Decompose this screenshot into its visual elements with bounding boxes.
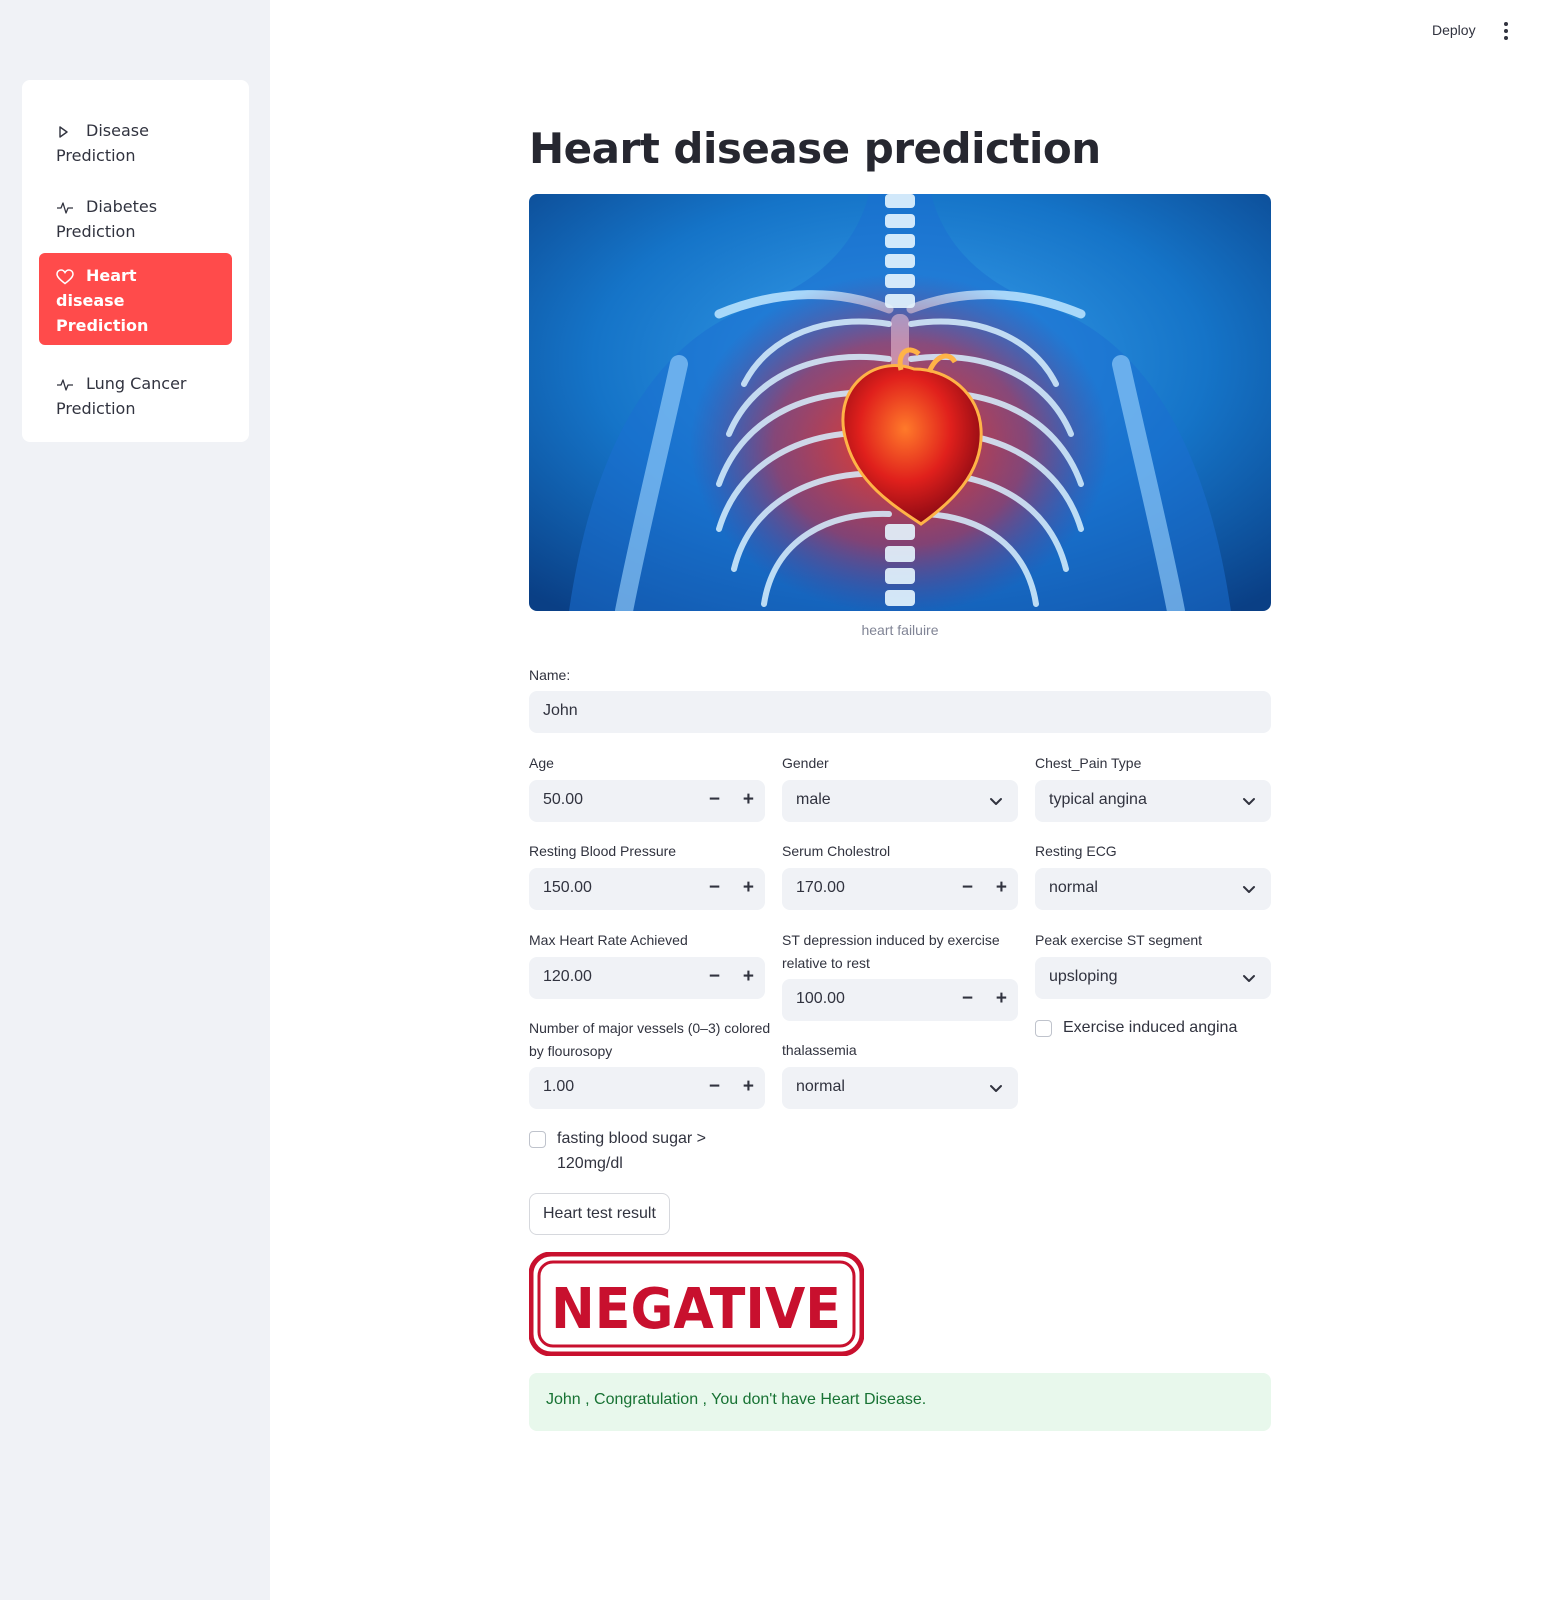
plus-icon[interactable]: + (743, 1076, 754, 1098)
thalassemia-select[interactable]: normal (782, 1067, 1018, 1109)
chevron-down-icon (990, 1085, 1002, 1092)
max-hr-stepper[interactable]: 120.00 − + (529, 957, 765, 999)
heart-icon (56, 268, 78, 285)
resting-bp-value: 150.00 (543, 879, 592, 896)
st-depression-label-line2: relative to rest (782, 955, 870, 971)
sidebar-item-label: disease (56, 291, 125, 310)
name-label: Name: (529, 667, 571, 683)
sidebar-item-label: Prediction (56, 222, 136, 241)
gender-label: Gender (782, 755, 829, 771)
fasting-sugar-label-line2: 120mg/dl (557, 1155, 623, 1172)
exercise-angina-label: Exercise induced angina (1063, 1019, 1238, 1036)
plus-icon[interactable]: + (743, 789, 754, 811)
thalassemia-value: normal (796, 1078, 845, 1095)
minus-icon[interactable]: − (962, 877, 973, 899)
plus-icon[interactable]: + (743, 966, 754, 988)
sidebar-item-label: Prediction (56, 316, 149, 335)
sidebar-item-disease-prediction[interactable]: Disease Prediction (39, 108, 232, 165)
image-caption: heart failuire (861, 622, 939, 638)
st-depression-stepper[interactable]: 100.00 − + (782, 979, 1018, 1021)
sidebar-item-heart-disease-prediction[interactable]: Heart disease Prediction (39, 253, 232, 345)
fasting-sugar-checkbox[interactable]: fasting blood sugar > 120mg/dl (529, 1126, 765, 1178)
sidebar-item-label: Lung Cancer (86, 374, 187, 393)
sidebar-item-lung-cancer-prediction[interactable]: Lung Cancer Prediction (39, 361, 232, 418)
gender-value: male (796, 791, 831, 808)
heart-test-result-button[interactable]: Heart test result (529, 1193, 670, 1235)
chest-pain-label: Chest_Pain Type (1035, 755, 1142, 771)
sidebar-item-label: Diabetes (86, 197, 158, 216)
sidebar-item-label: Heart (86, 266, 137, 285)
thalassemia-label: thalassemia (782, 1042, 857, 1058)
sidebar-item-diabetes-prediction[interactable]: Diabetes Prediction (39, 184, 232, 241)
page-title: Heart disease prediction (529, 124, 1101, 173)
sidebar-nav-menu: Disease Prediction Diabetes Prediction H… (22, 80, 249, 442)
chest-pain-value: typical angina (1049, 791, 1147, 808)
sidebar: Disease Prediction Diabetes Prediction H… (0, 0, 270, 1600)
sidebar-item-label: Prediction (56, 399, 136, 418)
resting-bp-label: Resting Blood Pressure (529, 843, 677, 859)
pulse-icon (56, 378, 78, 392)
chevron-down-icon (1243, 886, 1255, 893)
peak-st-label: Peak exercise ST segment (1035, 932, 1203, 948)
stamp-text: NEGATIVE (551, 1277, 841, 1342)
minus-icon[interactable]: − (709, 966, 720, 988)
chevron-down-icon (1243, 798, 1255, 805)
checkbox-icon[interactable] (529, 1131, 546, 1148)
heart-xray-image (529, 194, 1271, 611)
minus-icon[interactable]: − (709, 877, 720, 899)
name-input-value: John (543, 702, 578, 719)
vessels-value: 1.00 (543, 1078, 575, 1095)
plus-icon[interactable]: + (996, 877, 1007, 899)
exercise-angina-checkbox[interactable]: Exercise induced angina (1035, 1015, 1271, 1040)
vessels-label: Number of major vessels (0–3) colored by… (529, 1017, 770, 1063)
max-hr-value: 120.00 (543, 968, 592, 985)
sidebar-item-label: Prediction (56, 146, 136, 165)
age-stepper[interactable]: 50.00 − + (529, 780, 765, 822)
fasting-sugar-label-line1: fasting blood sugar > (557, 1130, 706, 1147)
play-outline-icon (56, 125, 78, 139)
chevron-down-icon (1243, 975, 1255, 982)
st-depression-value: 100.00 (796, 990, 845, 1007)
negative-stamp-image: NEGATIVE (528, 1251, 865, 1357)
chevron-down-icon (990, 798, 1002, 805)
gender-select[interactable]: male (782, 780, 1018, 822)
fasting-sugar-label: fasting blood sugar > 120mg/dl (557, 1126, 706, 1176)
peak-st-select[interactable]: upsloping (1035, 957, 1271, 999)
max-hr-label: Max Heart Rate Achieved (529, 932, 688, 948)
deploy-button[interactable]: Deploy (1432, 22, 1476, 38)
plus-icon[interactable]: + (743, 877, 754, 899)
cholesterol-label: Serum Cholestrol (782, 843, 891, 859)
resting-ecg-label: Resting ECG (1035, 843, 1117, 859)
vessels-label-line1: Number of major vessels (0–3) colored (529, 1020, 771, 1036)
cholesterol-value: 170.00 (796, 879, 845, 896)
minus-icon[interactable]: − (962, 988, 973, 1010)
sidebar-item-label: Disease (86, 121, 149, 140)
more-vertical-icon[interactable] (1500, 22, 1512, 42)
minus-icon[interactable]: − (709, 789, 720, 811)
age-label: Age (529, 755, 554, 771)
age-value: 50.00 (543, 791, 584, 808)
checkbox-icon[interactable] (1035, 1020, 1052, 1037)
resting-bp-stepper[interactable]: 150.00 − + (529, 868, 765, 910)
resting-ecg-select[interactable]: normal (1035, 868, 1271, 910)
peak-st-value: upsloping (1049, 968, 1118, 985)
chest-pain-select[interactable]: typical angina (1035, 780, 1271, 822)
pulse-icon (56, 201, 78, 215)
st-depression-label: ST depression induced by exercise relati… (782, 929, 1000, 975)
success-alert: John , Congratulation , You don't have H… (529, 1373, 1271, 1431)
minus-icon[interactable]: − (709, 1076, 720, 1098)
name-input[interactable]: John (529, 691, 1271, 733)
plus-icon[interactable]: + (996, 988, 1007, 1010)
vessels-label-line2: by flourosopy (529, 1043, 613, 1059)
st-depression-label-line1: ST depression induced by exercise (782, 932, 1000, 948)
vessels-stepper[interactable]: 1.00 − + (529, 1067, 765, 1109)
cholesterol-stepper[interactable]: 170.00 − + (782, 868, 1018, 910)
resting-ecg-value: normal (1049, 879, 1098, 896)
